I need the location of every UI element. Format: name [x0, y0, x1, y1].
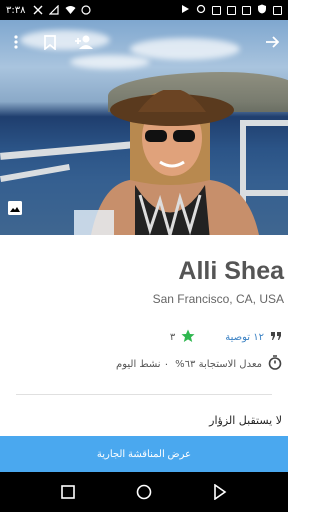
chat-icon — [81, 5, 92, 15]
response-rate: معدل الاستجابة ٦٣% — [175, 358, 262, 370]
status-time: ٣:٣٨ — [6, 4, 26, 16]
image-icon — [242, 5, 251, 15]
signal-icon — [49, 4, 60, 15]
divider — [16, 394, 272, 395]
profile-location: San Francisco, CA, USA — [152, 292, 284, 306]
profile-name: Alli Shea — [178, 257, 284, 285]
recents-icon[interactable] — [56, 480, 80, 504]
more-vert-icon[interactable] — [6, 32, 26, 52]
add-person-icon[interactable] — [74, 32, 94, 52]
status-bar: ٣:٣٨ — [0, 0, 288, 20]
sync-icon — [196, 4, 206, 17]
vpn-icon — [257, 4, 267, 17]
play-icon — [181, 4, 190, 17]
home-icon[interactable] — [132, 480, 156, 504]
app-icon — [212, 5, 221, 15]
gallery-icon[interactable] — [7, 200, 25, 218]
activity-today: ٠ نشط اليوم — [116, 358, 170, 370]
back-icon[interactable] — [208, 480, 232, 504]
navigation-bar — [0, 472, 288, 512]
top-toolbar — [0, 28, 288, 56]
notification-icon — [33, 5, 43, 15]
profile-content: Alli Shea San Francisco, CA, USA ١٢ توصي… — [0, 235, 288, 435]
star-icon — [181, 329, 195, 346]
bookmark-icon[interactable] — [40, 32, 60, 52]
arrow-forward-icon[interactable] — [262, 32, 282, 52]
response-row: معدل الاستجابة ٦٣% ٠ نشط اليوم — [116, 355, 282, 373]
person-photo — [74, 90, 259, 235]
visitors-status: لا يستقبل الزؤار — [209, 414, 282, 427]
recommendations-link[interactable]: ١٢ توصية — [225, 332, 264, 343]
timer-icon — [268, 355, 282, 373]
view-conversation-button[interactable]: عرض المناقشة الجارية — [0, 436, 288, 472]
quote-icon — [270, 331, 282, 344]
star-count: ٣ — [169, 332, 176, 343]
app-icon — [273, 5, 282, 15]
wifi-icon — [65, 5, 76, 15]
stats-row: ١٢ توصية ٣ — [170, 329, 282, 346]
app-icon — [227, 5, 236, 15]
